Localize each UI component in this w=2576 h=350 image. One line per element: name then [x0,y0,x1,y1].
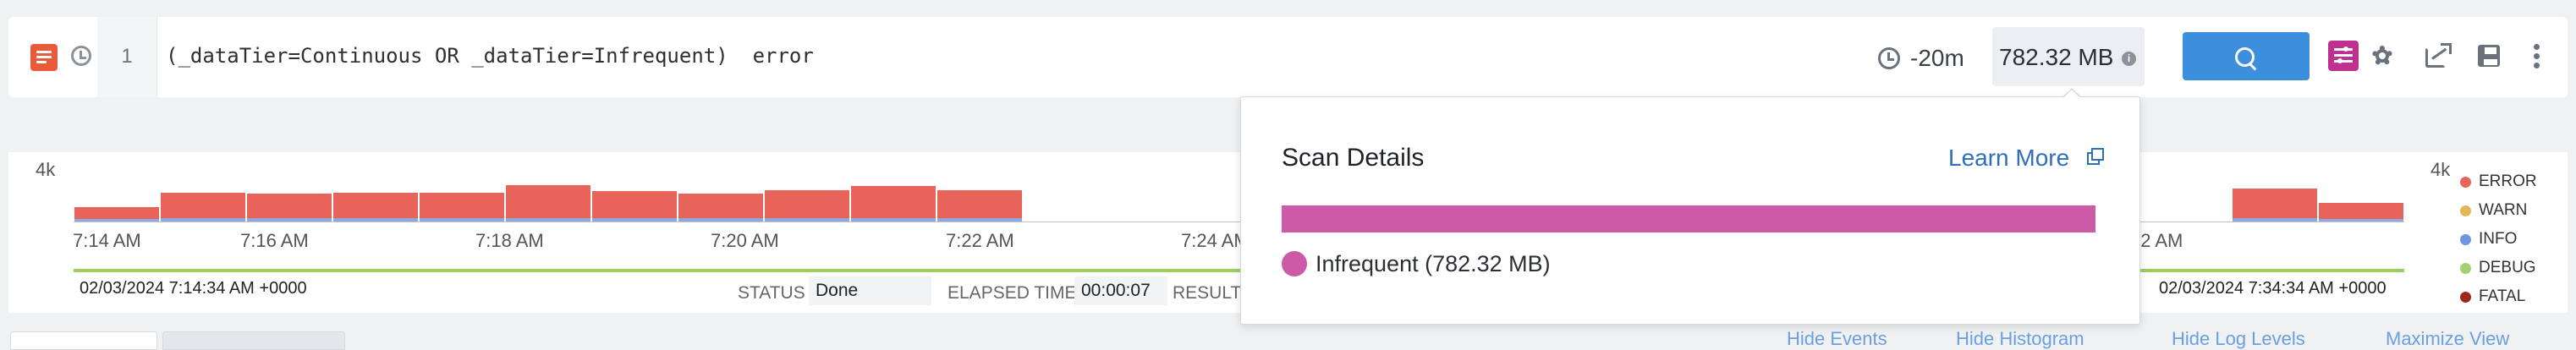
scan-size-value: 782.32 MB [1999,44,2114,70]
histogram-bar-error [678,194,764,218]
histogram-bar[interactable] [247,194,332,221]
start-timestamp: 02/03/2024 7:14:34 AM +0000 [80,279,307,298]
list-icon[interactable] [30,44,58,71]
search-button[interactable] [2183,32,2310,80]
histogram-bar[interactable] [765,189,850,221]
histogram-bar[interactable] [592,191,678,221]
scan-details-popover: Scan Details Learn More Infrequent (782.… [1240,96,2140,325]
time-label: 7:20 AM [711,230,779,251]
legend-label: FATAL [2479,287,2526,305]
elapsed-time-value: 00:00:07 [1074,276,1167,305]
legend-label: DEBUG [2479,259,2536,276]
status-label: STATUS [738,283,805,303]
hide-histogram-link[interactable]: Hide Histogram [1956,328,2084,350]
query-bar: 1 (_dataTier=Continuous OR _dataTier=Inf… [8,17,2568,97]
histogram-bar-error [420,192,505,218]
external-link-icon[interactable] [2087,148,2104,165]
legend-dot [2460,234,2471,245]
histogram-bar-error [937,189,1023,218]
histogram-bar-error [333,192,419,218]
histogram-bar[interactable] [333,192,419,221]
learn-more-link[interactable]: Learn More [1948,145,2069,172]
time-range-value: -20m [1910,45,1964,71]
line-number: 1 [121,45,133,68]
histogram-bar[interactable] [937,189,1023,221]
histogram-bar[interactable] [420,192,505,221]
time-label: 7:14 AM [73,230,141,251]
clock-icon [1878,47,1900,69]
y-axis-label-left: 4k [36,159,56,180]
legend-label: INFO [2479,230,2518,248]
tier-color-dot [1282,251,1307,276]
histogram-bar[interactable] [678,194,764,221]
query-mode-icons [19,41,103,74]
histogram-bar-error [74,206,160,219]
elapsed-time-label: ELAPSED TIME [947,283,1077,303]
legend-label: WARN [2479,201,2528,219]
time-label: 7:18 AM [475,230,544,251]
save-icon[interactable] [2476,42,2505,71]
popover-title: Scan Details [1282,144,1425,172]
gear-icon[interactable] [2369,42,2396,69]
legend-dot [2460,205,2471,216]
filter-icon[interactable] [2328,41,2359,71]
histogram-bar-error [247,194,332,218]
legend-dot [2460,292,2471,303]
tier-label: Infrequent (782.32 MB) [1315,251,1551,276]
tab-aggregates[interactable] [162,331,345,350]
time-label: 7:16 AM [240,230,309,251]
hide-log-levels-link[interactable]: Hide Log Levels [2172,328,2305,350]
time-label: 7:22 AM [946,230,1014,251]
histogram-bar[interactable] [74,206,160,221]
line-gutter: 1 [97,17,157,97]
histogram-bar-error [592,191,678,218]
time-label: 7:24 AM [1181,230,1250,251]
share-icon[interactable] [2424,42,2452,71]
histogram-bar[interactable] [851,186,936,221]
histogram-bar-error [765,189,850,218]
histogram-bar-error [506,184,591,218]
histogram-bar[interactable] [506,184,591,221]
popover-caret-inner [2064,90,2079,97]
histogram-bar-error [161,193,246,218]
histogram-bar[interactable] [161,193,246,221]
tab-messages[interactable] [10,331,157,350]
histogram-bar-error [2318,202,2403,219]
search-icon [2235,47,2255,67]
more-icon[interactable] [2531,42,2543,71]
histogram-bar-error [851,186,936,218]
legend-dot [2460,177,2471,188]
scan-size-button[interactable]: 782.32 MB i [1992,27,2145,86]
status-value: Done [809,276,931,305]
histogram-bar[interactable] [2318,202,2403,221]
info-icon: i [2122,52,2136,66]
end-timestamp: 02/03/2024 7:34:34 AM +0000 [2159,279,2387,298]
hide-events-link[interactable]: Hide Events [1787,328,1887,350]
y-axis-label-right: 4k [2430,159,2451,180]
query-editor[interactable]: (_dataTier=Continuous OR _dataTier=Infre… [166,44,814,68]
legend-label: ERROR [2479,172,2537,190]
tier-usage-bar [1282,205,2095,232]
histogram-bar[interactable] [2232,189,2317,221]
maximize-view-link[interactable]: Maximize View [2386,328,2509,350]
clock-icon[interactable] [71,46,91,66]
histogram-bar-error [2232,189,2317,218]
legend-dot [2460,263,2471,274]
result-label: RESULT [1173,283,1242,303]
